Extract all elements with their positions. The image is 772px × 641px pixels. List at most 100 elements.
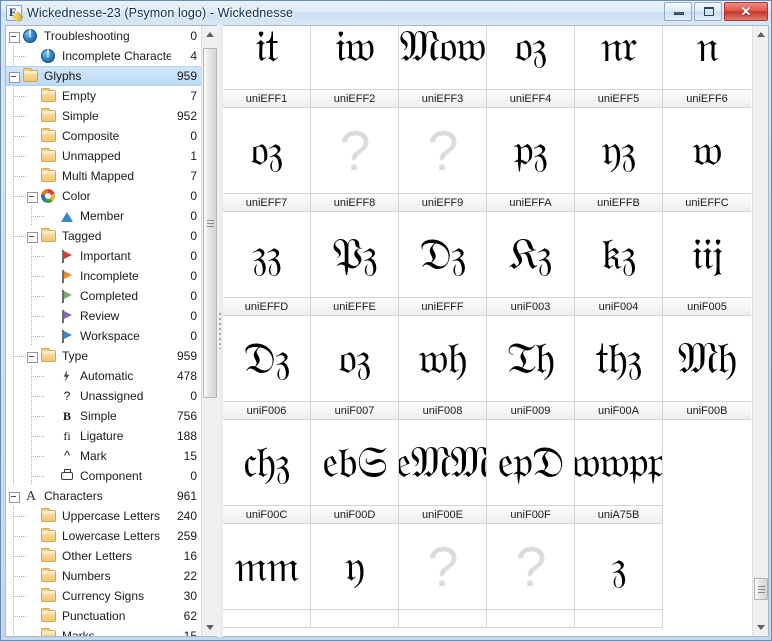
tree-item-currency-signs[interactable]: Currency Signs 30 xyxy=(6,586,202,606)
glyph-cell[interactable]: 𝔬𝔷 uniEFF4 xyxy=(487,26,575,108)
glyph-cell[interactable]: 𝔨𝔷 uniF004 xyxy=(575,212,663,316)
glyph-cell[interactable]: 𝔢𝔭𝔇 uniF00F xyxy=(487,420,575,524)
navigation-tree[interactable]: Troubleshooting 0 Incomplete Characters 4 Gl… xyxy=(6,26,202,636)
tree-item-workspace[interactable]: Workspace 0 xyxy=(6,326,202,346)
tree-item-count: 0 xyxy=(190,469,197,483)
tree-twisty-spacer xyxy=(42,386,58,406)
tree-item-numbers[interactable]: Numbers 22 xyxy=(6,566,202,586)
glyph-cell[interactable]: 𝔷 xyxy=(575,524,663,628)
tree-item-type[interactable]: Type 959 xyxy=(6,346,202,366)
glyph-cell[interactable]: 𝔪𝔪 xyxy=(223,524,311,628)
tree-item-important[interactable]: Important 0 xyxy=(6,246,202,266)
tree-item-punctuation[interactable]: Punctuation 62 xyxy=(6,606,202,626)
glyph-cell[interactable]: 𝔢𝔟𝔖 uniF00D xyxy=(311,420,399,524)
tree-item-member[interactable]: Member 0 xyxy=(6,206,202,226)
tree-item-characters[interactable]: A Characters 961 xyxy=(6,486,202,506)
tree-item-other-letters[interactable]: Other Letters 16 xyxy=(6,546,202,566)
tree-item-composite[interactable]: Composite 0 xyxy=(6,126,202,146)
window-title: Wickednesse-23 (Psymon logo) - Wickednes… xyxy=(27,6,294,20)
glyph-cell[interactable]: 𝔱𝔥𝔷 uniF00A xyxy=(575,316,663,420)
glyph-cell[interactable]: 𝔫 uniEFF6 xyxy=(663,25,751,108)
glyph-cell[interactable]: 𝔓𝔷 uniEFFE xyxy=(311,212,399,316)
tree-scroll-up-button[interactable] xyxy=(202,26,217,43)
glyph-cell[interactable]: 𝔦𝔱 uniEFF1 xyxy=(223,26,311,108)
glyph-cell[interactable]: 𝔴𝔴𝔭𝔭 uniA75B xyxy=(575,420,663,524)
glyph-name-label: uniEFF6 xyxy=(663,89,751,108)
tree-item-lowercase-letters[interactable]: Lowercase Letters 259 xyxy=(6,526,202,546)
tree-item-simple[interactable]: Simple 952 xyxy=(6,106,202,126)
tree-item-uppercase-letters[interactable]: Uppercase Letters 240 xyxy=(6,506,202,526)
grid-scroll-down-button[interactable] xyxy=(753,619,768,636)
glyph-cell[interactable]: 𝔐𝔥 uniF00B xyxy=(663,316,751,420)
glyph-cell[interactable]: 𝔗𝔥 uniF009 xyxy=(487,316,575,420)
glyph-cell[interactable]: 𝔴 uniEFFC xyxy=(663,108,751,212)
glyph-cell[interactable]: 𝔭𝔷 uniEFFA xyxy=(487,108,575,212)
tree-collapse-toggle-icon[interactable] xyxy=(6,66,22,86)
folder-icon xyxy=(40,148,58,164)
glyph-grid[interactable]: 𝔦𝔱 uniEFF1 𝔦𝔴 uniEFF2 𝔐𝔬𝔴 uniEFF3 𝔬𝔷 uniEFF4 𝔫𝔯 u… xyxy=(223,25,752,628)
grid-vertical-scrollbar[interactable] xyxy=(752,26,768,636)
glyph-cell[interactable]: 𝔎𝔷 uniF003 xyxy=(487,212,575,316)
tree-item-review[interactable]: Review 0 xyxy=(6,306,202,326)
tree-scroll-down-button[interactable] xyxy=(202,619,217,636)
tree-item-label: Other Letters xyxy=(62,549,133,563)
tree-item-multi-mapped[interactable]: Multi Mapped 7 xyxy=(6,166,202,186)
glyph-cell[interactable]: 𝔬𝔷 uniEFF7 xyxy=(223,108,311,212)
tree-item-empty[interactable]: Empty 7 xyxy=(6,86,202,106)
tree-item-incomplete[interactable]: Incomplete 0 xyxy=(6,266,202,286)
glyph-cell[interactable]: 𝔶𝔷 uniEFFB xyxy=(575,108,663,212)
tree-item-tagged[interactable]: Tagged 0 xyxy=(6,226,202,246)
tree-item-completed[interactable]: Completed 0 xyxy=(6,286,202,306)
tree-item-unmapped[interactable]: Unmapped 1 xyxy=(6,146,202,166)
tree-item-incomplete-characters[interactable]: Incomplete Characters 4 xyxy=(6,46,202,66)
glyph-cell[interactable]: ? uniEFF9 xyxy=(399,108,487,212)
tree-item-simple[interactable]: B Simple 756 xyxy=(6,406,202,426)
tree-item-marks[interactable]: Marks 15 xyxy=(6,626,202,636)
folder-icon xyxy=(22,68,40,84)
missing-glyph-placeholder-icon: ? xyxy=(339,118,370,182)
glyph-cell[interactable]: ? xyxy=(399,524,487,628)
glyph-cell[interactable]: 𝔇𝔷 uniF006 xyxy=(223,316,311,420)
glyph-cell[interactable]: 𝔴𝔥 uniF008 xyxy=(399,316,487,420)
tree-item-count: 756 xyxy=(176,409,197,423)
tree-collapse-toggle-icon[interactable] xyxy=(24,226,40,246)
glyph-cell[interactable]: ? uniEFF8 xyxy=(311,108,399,212)
glyph-cell[interactable]: 𝔶 xyxy=(311,524,399,628)
glyph-cell[interactable]: ? xyxy=(487,524,575,628)
grid-scroll-up-button[interactable] xyxy=(753,26,768,43)
tree-item-color[interactable]: Color 0 xyxy=(6,186,202,206)
glyph-cell[interactable]: 𝔫𝔯 uniEFF5 xyxy=(575,26,663,108)
minimize-button[interactable] xyxy=(664,2,692,21)
tree-collapse-toggle-icon[interactable] xyxy=(6,486,22,506)
glyph-cell[interactable]: 𝔦𝔴 uniEFF2 xyxy=(311,26,399,108)
glyph-cell[interactable]: 𝔦𝔦𝔧 uniF005 xyxy=(663,212,751,316)
tree-indent xyxy=(6,46,26,66)
grid-scrollbar-thumb[interactable] xyxy=(754,578,768,600)
glyph-cell[interactable]: 𝔢𝔐𝔐 uniF00E xyxy=(399,420,487,524)
glyph-cell[interactable]: 𝔐𝔬𝔴 uniEFF3 xyxy=(399,26,487,108)
glyph-cell[interactable]: 𝔠𝔥𝔷 uniF00C xyxy=(223,420,311,524)
tree-collapse-toggle-icon[interactable] xyxy=(6,26,22,46)
glyph-preview: 𝔫 xyxy=(696,25,718,72)
tree-collapse-toggle-icon[interactable] xyxy=(24,346,40,366)
tree-item-unassigned[interactable]: ? Unassigned 0 xyxy=(6,386,202,406)
glyph-cell[interactable]: 𝔇𝔷 uniEFFF xyxy=(399,212,487,316)
tree-item-count: 15 xyxy=(183,449,197,463)
tree-item-glyphs[interactable]: Glyphs 959 xyxy=(6,66,202,86)
tree-vertical-scrollbar[interactable] xyxy=(201,26,217,636)
glyph-name-label: uniF004 xyxy=(575,297,662,316)
close-button[interactable]: ✕ xyxy=(724,2,768,21)
maximize-button[interactable] xyxy=(694,2,722,21)
tree-item-automatic[interactable]: Automatic 478 xyxy=(6,366,202,386)
tree-item-ligature[interactable]: fi Ligature 188 xyxy=(6,426,202,446)
tree-scrollbar-thumb[interactable] xyxy=(203,48,217,398)
alert-icon xyxy=(40,48,58,64)
glyph-cell[interactable]: 𝔷𝔷 uniEFFD xyxy=(223,212,311,316)
tree-collapse-toggle-icon[interactable] xyxy=(24,186,40,206)
tree-item-troubleshooting[interactable]: Troubleshooting 0 xyxy=(6,26,202,46)
tree-item-component[interactable]: Component 0 xyxy=(6,466,202,486)
tree-item-label: Composite xyxy=(62,129,120,143)
title-bar[interactable]: F Wickednesse-23 (Psymon logo) - Wickedn… xyxy=(1,1,771,25)
glyph-cell[interactable]: 𝔬𝔷 uniF007 xyxy=(311,316,399,420)
tree-item-mark[interactable]: ^ Mark 15 xyxy=(6,446,202,466)
